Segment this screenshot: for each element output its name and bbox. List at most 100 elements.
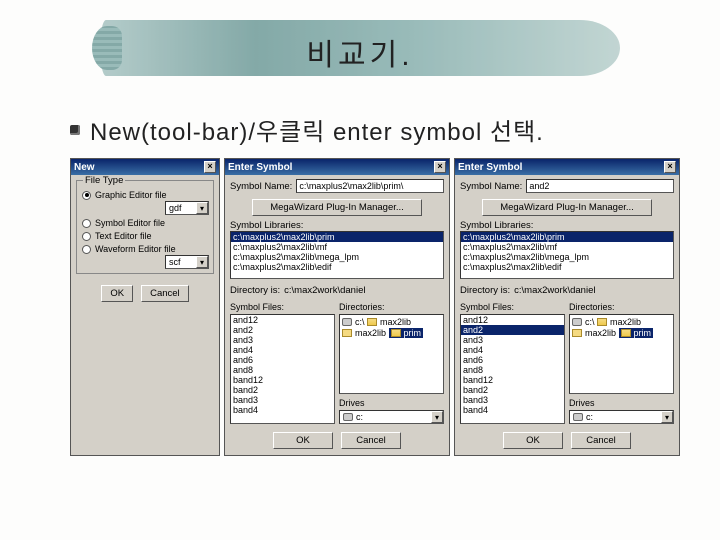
directories-list[interactable]: c:\ max2lib max2lib prim bbox=[339, 314, 444, 394]
list-item[interactable]: band12 bbox=[461, 375, 564, 385]
new-dialog-titlebar[interactable]: New × bbox=[71, 159, 219, 175]
directories-label: Directories: bbox=[339, 302, 444, 312]
radio-label: Symbol Editor file bbox=[95, 218, 165, 228]
enter-symbol-titlebar[interactable]: Enter Symbol × bbox=[225, 159, 449, 175]
drive-value: c: bbox=[356, 412, 363, 422]
enter-symbol-titlebar[interactable]: Enter Symbol × bbox=[455, 159, 679, 175]
symbol-libraries-list[interactable]: c:\maxplus2\max2lib\prim c:\maxplus2\max… bbox=[230, 231, 444, 279]
directories-label: Directories: bbox=[569, 302, 674, 312]
slide-title: 비교기. bbox=[0, 30, 720, 74]
list-item[interactable]: c:\maxplus2\max2lib\edif bbox=[231, 262, 443, 272]
list-item[interactable]: and2 bbox=[461, 325, 564, 335]
list-item[interactable]: and3 bbox=[461, 335, 564, 345]
chevron-down-icon: ▾ bbox=[196, 256, 208, 268]
list-item[interactable]: c:\maxplus2\max2lib\mega_lpm bbox=[461, 252, 673, 262]
list-item[interactable]: and8 bbox=[231, 365, 334, 375]
list-item[interactable]: c:\maxplus2\max2lib\edif bbox=[461, 262, 673, 272]
symbol-files-list[interactable]: and12 and2 and3 and4 and6 and8 band12 ba… bbox=[230, 314, 335, 424]
cancel-button[interactable]: Cancel bbox=[571, 432, 631, 449]
ok-button[interactable]: OK bbox=[503, 432, 563, 449]
list-item[interactable]: and8 bbox=[461, 365, 564, 375]
list-item[interactable]: max2lib bbox=[597, 317, 641, 327]
symbol-files-list[interactable]: and12 and2 and3 and4 and6 and8 band12 ba… bbox=[460, 314, 565, 424]
file-type-group: File Type Graphic Editor file gdf ▾ Symb… bbox=[76, 180, 214, 274]
list-item[interactable]: c:\maxplus2\max2lib\prim bbox=[461, 232, 673, 242]
radio-icon bbox=[82, 232, 91, 241]
megawizard-button[interactable]: MegaWizard Plug-In Manager... bbox=[252, 199, 422, 216]
drives-dropdown[interactable]: c: ▾ bbox=[339, 410, 444, 424]
radio-waveform-editor[interactable]: Waveform Editor file bbox=[82, 244, 208, 254]
enter-symbol-title: Enter Symbol bbox=[458, 162, 522, 173]
list-item[interactable]: and12 bbox=[461, 315, 564, 325]
close-icon[interactable]: × bbox=[434, 161, 446, 173]
close-icon[interactable]: × bbox=[204, 161, 216, 173]
symbol-libraries-list[interactable]: c:\maxplus2\max2lib\prim c:\maxplus2\max… bbox=[460, 231, 674, 279]
ext2-dropdown[interactable]: scf ▾ bbox=[165, 255, 209, 269]
symbol-name-input[interactable]: and2 bbox=[526, 179, 674, 193]
directory-is-label: Directory is: bbox=[230, 285, 280, 296]
list-item[interactable]: c:\ bbox=[572, 317, 595, 327]
folder-open-icon bbox=[391, 329, 401, 337]
ok-button[interactable]: OK bbox=[273, 432, 333, 449]
list-item[interactable]: max2lib bbox=[342, 328, 386, 338]
list-item[interactable]: and6 bbox=[231, 355, 334, 365]
megawizard-button[interactable]: MegaWizard Plug-In Manager... bbox=[482, 199, 652, 216]
file-type-legend: File Type bbox=[83, 175, 125, 186]
list-item[interactable]: c:\maxplus2\max2lib\prim bbox=[231, 232, 443, 242]
list-item[interactable]: band12 bbox=[231, 375, 334, 385]
drive-icon bbox=[573, 413, 583, 421]
list-item[interactable]: and12 bbox=[231, 315, 334, 325]
radio-symbol-editor[interactable]: Symbol Editor file bbox=[82, 218, 208, 228]
symbol-libraries-label: Symbol Libraries: bbox=[460, 220, 674, 231]
list-item[interactable]: and3 bbox=[231, 335, 334, 345]
symbol-name-input[interactable]: c:\maxplus2\max2lib\prim\ bbox=[296, 179, 444, 193]
enter-symbol-dialog-2: Enter Symbol × Symbol Name: and2 MegaWiz… bbox=[454, 158, 680, 456]
radio-text-editor[interactable]: Text Editor file bbox=[82, 231, 208, 241]
radio-graphic-editor[interactable]: Graphic Editor file bbox=[82, 190, 208, 200]
radio-label: Text Editor file bbox=[95, 231, 152, 241]
list-item[interactable]: and2 bbox=[231, 325, 334, 335]
new-dialog: New × File Type Graphic Editor file gdf … bbox=[70, 158, 220, 456]
enter-symbol-title: Enter Symbol bbox=[228, 162, 292, 173]
list-item[interactable]: c:\ bbox=[342, 317, 365, 327]
list-item[interactable]: max2lib bbox=[572, 328, 616, 338]
bullet-line: New(tool-bar)/우클릭 enter symbol 선택. bbox=[70, 112, 544, 147]
close-icon[interactable]: × bbox=[664, 161, 676, 173]
drive-icon bbox=[572, 318, 582, 326]
symbol-files-label: Symbol Files: bbox=[460, 302, 565, 312]
bullet-icon bbox=[70, 125, 80, 135]
new-dialog-title: New bbox=[74, 162, 95, 173]
directories-list[interactable]: c:\ max2lib max2lib prim bbox=[569, 314, 674, 394]
cancel-button[interactable]: Cancel bbox=[341, 432, 401, 449]
chevron-down-icon: ▾ bbox=[196, 202, 208, 214]
enter-symbol-dialog-1: Enter Symbol × Symbol Name: c:\maxplus2\… bbox=[224, 158, 450, 456]
directory-is-value: c:\max2work\daniel bbox=[284, 285, 365, 296]
chevron-down-icon: ▾ bbox=[661, 411, 673, 423]
cancel-button[interactable]: Cancel bbox=[141, 285, 189, 302]
list-item[interactable]: band3 bbox=[461, 395, 564, 405]
list-item[interactable]: band2 bbox=[231, 385, 334, 395]
radio-label: Waveform Editor file bbox=[95, 244, 176, 254]
folder-open-icon bbox=[367, 318, 377, 326]
ext1-value: gdf bbox=[169, 203, 182, 213]
list-item[interactable]: band3 bbox=[231, 395, 334, 405]
folder-icon bbox=[342, 329, 352, 337]
list-item[interactable]: max2lib bbox=[367, 317, 411, 327]
drives-dropdown[interactable]: c: ▾ bbox=[569, 410, 674, 424]
list-item[interactable]: c:\maxplus2\max2lib\mega_lpm bbox=[231, 252, 443, 262]
list-item[interactable]: band4 bbox=[231, 405, 334, 415]
list-item[interactable]: and4 bbox=[231, 345, 334, 355]
ext1-dropdown[interactable]: gdf ▾ bbox=[165, 201, 209, 215]
list-item[interactable]: prim bbox=[389, 328, 424, 338]
list-item[interactable]: and6 bbox=[461, 355, 564, 365]
list-item[interactable]: band2 bbox=[461, 385, 564, 395]
list-item[interactable]: prim bbox=[619, 328, 654, 338]
ok-button[interactable]: OK bbox=[101, 285, 133, 302]
ext2-value: scf bbox=[169, 257, 181, 267]
list-item[interactable]: c:\maxplus2\max2lib\mf bbox=[461, 242, 673, 252]
list-item[interactable]: c:\maxplus2\max2lib\mf bbox=[231, 242, 443, 252]
symbol-name-label: Symbol Name: bbox=[230, 181, 292, 192]
list-item[interactable]: band4 bbox=[461, 405, 564, 415]
drive-icon bbox=[343, 413, 353, 421]
list-item[interactable]: and4 bbox=[461, 345, 564, 355]
